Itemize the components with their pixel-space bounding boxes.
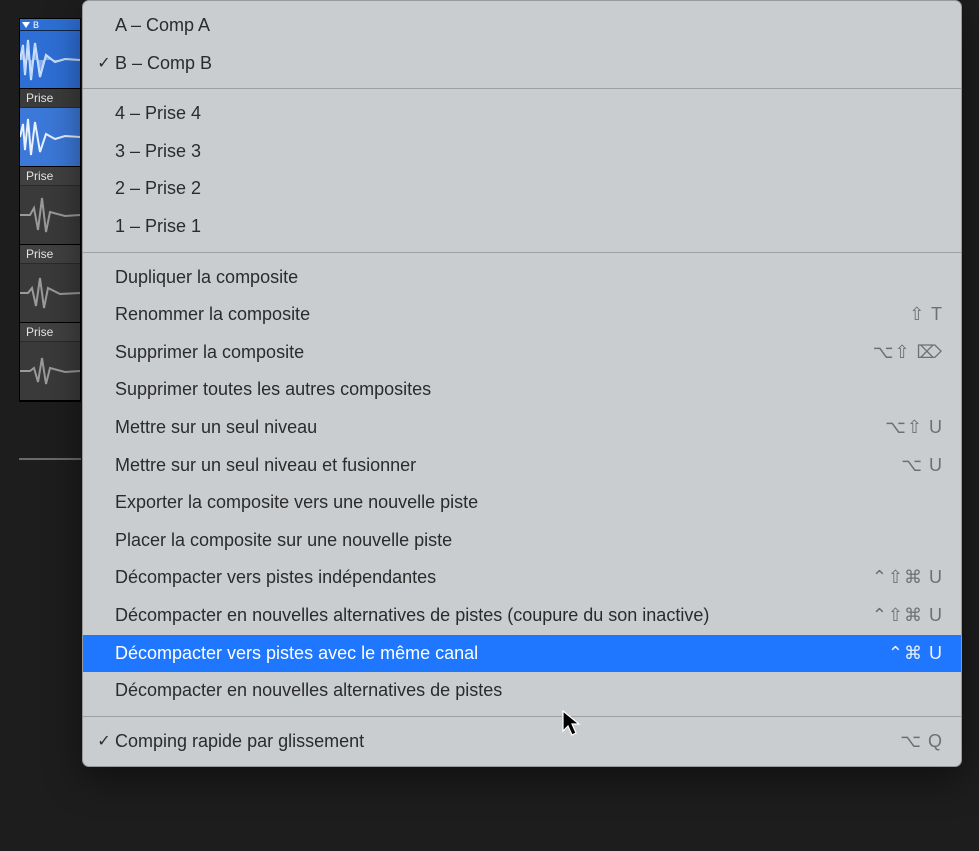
take-label: Prise <box>20 323 80 342</box>
menu-item-rename-comp[interactable]: Renommer la composite ⇧ T <box>83 296 961 334</box>
take-lane-3[interactable]: Prise <box>20 245 80 323</box>
track-divider <box>19 458 81 460</box>
menu-item-label: Décompacter en nouvelles alternatives de… <box>115 680 943 702</box>
waveform-icon <box>20 190 80 240</box>
menu-item-comp-b[interactable]: ✓ B – Comp B <box>83 45 961 83</box>
menu-item-unpack-new-alternatives-muted[interactable]: Décompacter en nouvelles alternatives de… <box>83 597 961 635</box>
menu-item-move-comp-new-track[interactable]: Placer la composite sur une nouvelle pis… <box>83 522 961 560</box>
menu-item-label: Renommer la composite <box>115 304 909 326</box>
menu-item-label: Placer la composite sur une nouvelle pis… <box>115 530 943 552</box>
take-region[interactable] <box>20 108 80 166</box>
menu-item-delete-comp[interactable]: Supprimer la composite ⌥⇧ ⌦ <box>83 334 961 372</box>
take-lane-2[interactable]: Prise <box>20 167 80 245</box>
menu-item-delete-other-comps[interactable]: Supprimer toutes les autres composites <box>83 371 961 409</box>
menu-item-label: Supprimer la composite <box>115 342 873 364</box>
menu-shortcut: ⌃⌘ U <box>888 643 943 665</box>
take-region[interactable] <box>20 342 80 400</box>
menu-item-label: Mettre sur un seul niveau <box>115 417 885 439</box>
waveform-icon <box>20 268 80 318</box>
menu-item-duplicate-comp[interactable]: Dupliquer la composite <box>83 259 961 297</box>
menu-item-label: Décompacter vers pistes avec le même can… <box>115 643 888 665</box>
menu-separator <box>83 88 961 89</box>
menu-item-take-4[interactable]: 4 – Prise 4 <box>83 95 961 133</box>
take-lane-4[interactable]: Prise <box>20 323 80 401</box>
menu-item-label: B – Comp B <box>115 53 943 75</box>
menu-item-label: 1 – Prise 1 <box>115 216 943 238</box>
check-icon: ✓ <box>93 732 115 751</box>
check-icon: ✓ <box>93 54 115 73</box>
menu-item-label: A – Comp A <box>115 15 943 37</box>
menu-shortcut: ⇧ T <box>909 304 943 326</box>
menu-item-label: 2 – Prise 2 <box>115 178 943 200</box>
menu-item-label: 4 – Prise 4 <box>115 103 943 125</box>
disclosure-triangle-icon[interactable] <box>22 22 30 28</box>
take-lane-1[interactable]: Prise <box>20 89 80 167</box>
menu-separator <box>83 252 961 253</box>
menu-item-flatten[interactable]: Mettre sur un seul niveau ⌥⇧ U <box>83 409 961 447</box>
menu-item-label: Dupliquer la composite <box>115 267 943 289</box>
menu-shortcut: ⌥ U <box>901 455 943 477</box>
menu-item-export-comp-new-track[interactable]: Exporter la composite vers une nouvelle … <box>83 484 961 522</box>
menu-item-unpack-new-alternatives[interactable]: Décompacter en nouvelles alternatives de… <box>83 672 961 710</box>
menu-shortcut: ⌥ Q <box>900 731 943 753</box>
menu-item-flatten-merge[interactable]: Mettre sur un seul niveau et fusionner ⌥… <box>83 447 961 485</box>
waveform-icon <box>20 35 80 85</box>
menu-item-unpack-new-tracks[interactable]: Décompacter vers pistes indépendantes ⌃⇧… <box>83 559 961 597</box>
take-label: Prise <box>20 245 80 264</box>
take-folder-header[interactable]: B <box>20 19 80 31</box>
take-region[interactable] <box>20 264 80 322</box>
comp-region[interactable] <box>20 31 80 89</box>
menu-item-unpack-same-channel[interactable]: Décompacter vers pistes avec le même can… <box>83 635 961 673</box>
waveform-icon <box>20 112 80 162</box>
menu-item-label: Exporter la composite vers une nouvelle … <box>115 492 943 514</box>
waveform-icon <box>20 346 80 396</box>
take-region[interactable] <box>20 186 80 244</box>
menu-shortcut: ⌃⇧⌘ U <box>872 567 943 589</box>
take-label: Prise <box>20 89 80 108</box>
menu-item-label: Décompacter vers pistes indépendantes <box>115 567 872 589</box>
menu-item-label: Décompacter en nouvelles alternatives de… <box>115 605 872 627</box>
menu-item-label: 3 – Prise 3 <box>115 141 943 163</box>
menu-separator <box>83 716 961 717</box>
menu-shortcut: ⌥⇧ ⌦ <box>873 342 943 364</box>
take-folder-context-menu: A – Comp A ✓ B – Comp B 4 – Prise 4 3 – … <box>82 0 962 767</box>
menu-shortcut: ⌃⇧⌘ U <box>872 605 943 627</box>
menu-item-label: Supprimer toutes les autres composites <box>115 379 943 401</box>
take-folder-name: B <box>33 20 39 30</box>
menu-item-comp-a[interactable]: A – Comp A <box>83 7 961 45</box>
menu-item-quick-swipe-comping[interactable]: ✓ Comping rapide par glissement ⌥ Q <box>83 723 961 761</box>
menu-item-label: Mettre sur un seul niveau et fusionner <box>115 455 901 477</box>
menu-item-take-1[interactable]: 1 – Prise 1 <box>83 208 961 246</box>
menu-shortcut: ⌥⇧ U <box>885 417 943 439</box>
menu-item-label: Comping rapide par glissement <box>115 731 900 753</box>
menu-item-take-3[interactable]: 3 – Prise 3 <box>83 133 961 171</box>
take-folder-column: B Prise Prise Prise Prise <box>19 18 81 402</box>
menu-item-take-2[interactable]: 2 – Prise 2 <box>83 170 961 208</box>
take-label: Prise <box>20 167 80 186</box>
